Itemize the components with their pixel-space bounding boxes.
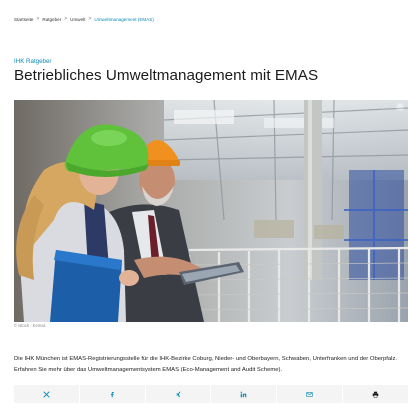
x-icon: [43, 390, 50, 398]
print-button[interactable]: [343, 385, 408, 403]
linkedin-icon: [241, 391, 247, 397]
close-icon[interactable]: ×: [396, 103, 404, 111]
breadcrumb-current: Umweltmanagement (EMAS): [94, 16, 154, 22]
chevron-right-icon: >: [88, 16, 92, 22]
xing-icon: [175, 391, 181, 397]
breadcrumb-umwelt[interactable]: Umwelt: [70, 17, 85, 22]
page-title: Betriebliches Umweltmanagement mit EMAS: [14, 67, 319, 84]
image-credit: © istock - Kemaii: [14, 323, 46, 328]
breadcrumb-home[interactable]: Startseite: [14, 17, 33, 22]
mail-icon: [306, 391, 313, 397]
hero-image: ×: [14, 100, 408, 322]
breadcrumb: Startseite > Ratgeber > Umwelt > Umweltm…: [14, 14, 154, 24]
chevron-right-icon: >: [36, 16, 40, 22]
facebook-icon: [110, 391, 114, 397]
hero-photo: [14, 100, 408, 322]
article-kicker: IHK Ratgeber: [14, 58, 52, 65]
share-linkedin-button[interactable]: [211, 385, 278, 403]
print-icon: [372, 391, 379, 398]
chevron-right-icon: >: [64, 16, 68, 22]
share-x-button[interactable]: [14, 385, 80, 403]
share-mail-button[interactable]: [277, 385, 344, 403]
share-bar: [14, 385, 408, 403]
share-xing-button[interactable]: [146, 385, 212, 403]
share-facebook-button[interactable]: [80, 385, 146, 403]
breadcrumb-ratgeber[interactable]: Ratgeber: [42, 17, 61, 22]
article-intro: Die IHK München ist EMAS-Registrierungss…: [14, 356, 398, 373]
